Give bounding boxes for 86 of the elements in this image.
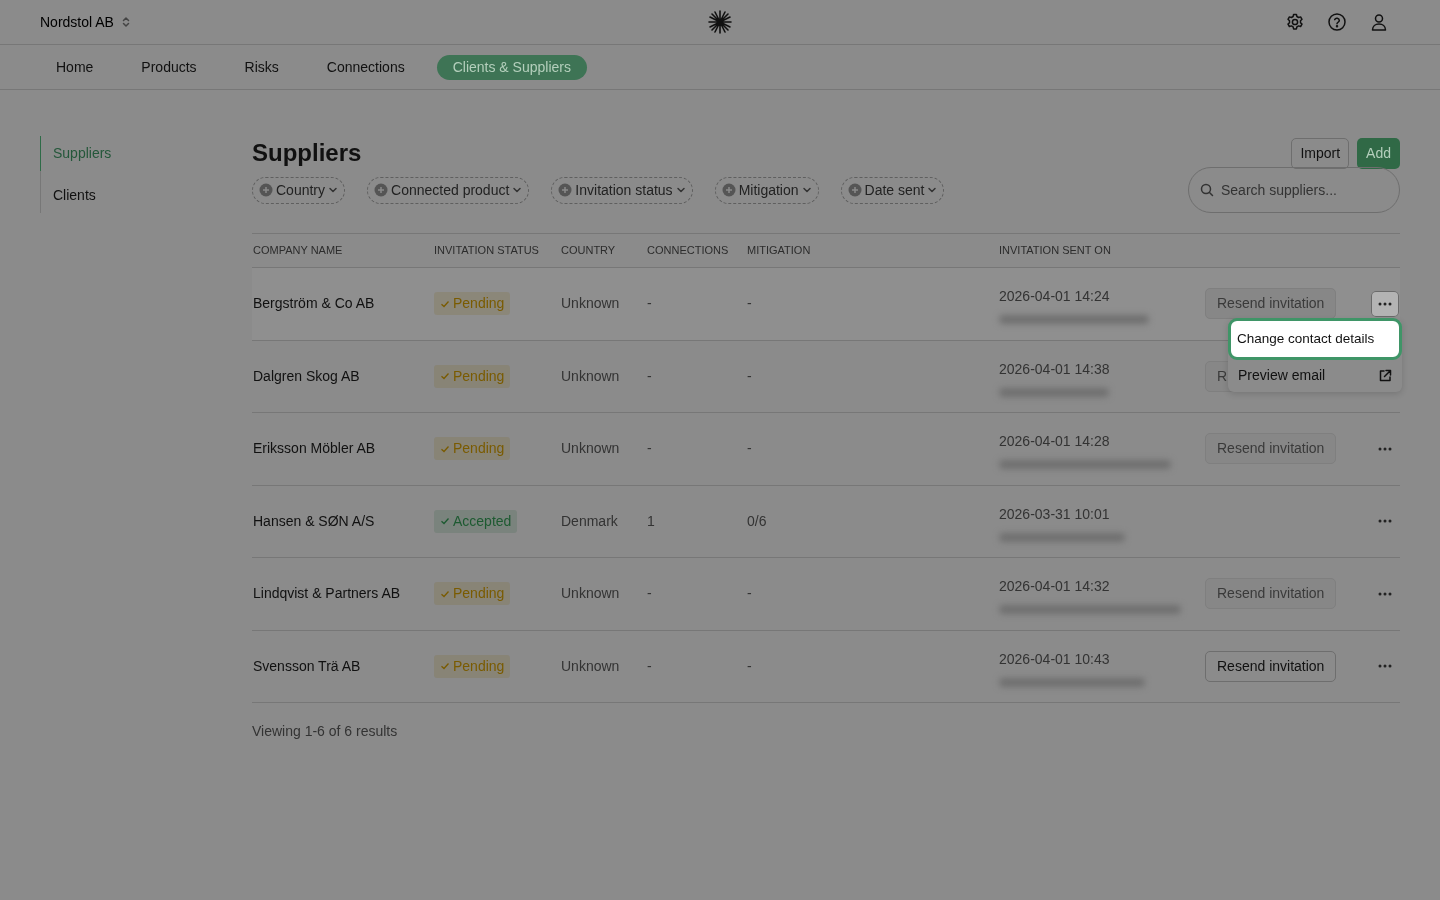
connections-cell: - <box>647 367 652 384</box>
column-header: COUNTRY <box>561 244 616 257</box>
column-header: INVITATION SENT ON <box>999 244 1111 257</box>
ellipsis-icon <box>1378 591 1392 596</box>
nav-tab[interactable]: Home <box>40 54 110 80</box>
column-header: CONNECTIONS <box>647 244 729 257</box>
chevron-down-icon <box>675 185 686 195</box>
chevron-down-icon <box>328 185 339 195</box>
settings-icon <box>1285 12 1305 32</box>
plus-icon <box>721 183 736 197</box>
more-button[interactable] <box>1371 290 1399 317</box>
company-name: Dalgren Skog AB <box>253 367 360 384</box>
mitigation-cell: - <box>747 657 752 674</box>
sent-date: 2026-04-01 14:28 <box>999 432 1111 451</box>
mitigation-cell: 0/6 <box>747 512 767 529</box>
sent-date: 2026-04-01 14:32 <box>999 577 1111 596</box>
ellipsis-icon <box>1378 664 1392 669</box>
nav-tab[interactable]: Clients & Suppliers <box>436 54 587 80</box>
nav-tab[interactable]: Products <box>125 54 213 80</box>
column-header: MITIGATION <box>747 244 811 257</box>
mitigation-cell: - <box>747 440 752 457</box>
check-icon <box>440 588 450 599</box>
company-name: Bergström & Co AB <box>253 295 375 312</box>
import-button[interactable]: Import <box>1291 138 1350 169</box>
check-icon <box>440 443 450 454</box>
check-icon <box>440 371 450 382</box>
company-name: Hansen & SØN A/S <box>253 512 375 529</box>
organization-switcher[interactable]: Nordstol AB <box>40 11 130 33</box>
check-icon <box>440 516 450 527</box>
ellipsis-icon <box>1378 446 1392 451</box>
mitigation-cell: - <box>747 295 752 312</box>
nav-tab[interactable]: Connections <box>310 54 421 80</box>
plus-icon <box>558 183 573 197</box>
mitigation-cell: - <box>747 585 752 602</box>
chevron-down-icon <box>512 185 523 195</box>
check-icon <box>440 298 450 309</box>
chevron-down-icon <box>801 185 812 195</box>
country-cell: Unknown <box>561 585 620 602</box>
company-name: Lindqvist & Partners AB <box>253 585 401 602</box>
logo-icon <box>707 9 733 35</box>
mitigation-cell: - <box>747 367 752 384</box>
menu-item[interactable]: Change contact details <box>1228 318 1402 361</box>
page-title: Suppliers <box>252 139 362 168</box>
nav-tab[interactable]: Risks <box>228 54 295 80</box>
status-badge: Pending <box>434 582 511 606</box>
sidebar-item[interactable]: Clients <box>40 171 212 213</box>
column-header: COMPANY NAME <box>253 244 343 257</box>
add-button[interactable]: Add <box>1357 138 1400 169</box>
chevron-down-icon <box>927 185 938 195</box>
sent-date: 2026-03-31 10:01 <box>999 504 1111 524</box>
ellipsis-icon <box>1378 519 1392 524</box>
search-icon <box>1200 183 1214 197</box>
sent-date: 2026-04-01 14:38 <box>999 359 1111 379</box>
country-cell: Unknown <box>561 440 620 457</box>
sidebar-item[interactable]: Suppliers <box>40 136 212 171</box>
connections-cell: - <box>647 440 652 457</box>
country-cell: Unknown <box>561 367 620 384</box>
country-cell: Unknown <box>561 295 620 312</box>
sent-date: 2026-04-01 10:43 <box>999 649 1111 669</box>
help-icon <box>1327 12 1347 32</box>
status-badge: Pending <box>434 364 511 388</box>
column-header: INVITATION STATUS <box>434 244 539 257</box>
connections-cell: - <box>647 657 652 674</box>
status-badge: Pending <box>434 654 511 678</box>
connections-cell: - <box>647 585 652 602</box>
check-icon <box>440 661 450 672</box>
status-badge: Pending <box>434 292 511 316</box>
ellipsis-icon <box>1378 301 1392 306</box>
country-cell: Denmark <box>561 512 618 529</box>
resend-button[interactable]: Resend invitation <box>1205 650 1337 682</box>
search-field[interactable]: Search suppliers... <box>1188 167 1400 213</box>
sent-date: 2026-04-01 14:24 <box>999 287 1111 306</box>
external-link-icon <box>1378 368 1392 383</box>
country-cell: Unknown <box>561 657 620 674</box>
status-badge: Pending <box>434 437 511 461</box>
company-name: Eriksson Möbler AB <box>253 440 376 457</box>
company-name: Svensson Trä AB <box>253 657 361 674</box>
connections-cell: 1 <box>647 512 655 529</box>
status-badge: Accepted <box>434 509 518 533</box>
connections-cell: - <box>647 295 652 312</box>
chevron-up-down-icon <box>121 16 130 28</box>
plus-icon <box>847 183 862 197</box>
results-count: Viewing 1-6 of 6 results <box>252 723 398 739</box>
plus-icon <box>259 183 273 197</box>
user-icon <box>1369 12 1389 32</box>
plus-icon <box>374 183 389 197</box>
